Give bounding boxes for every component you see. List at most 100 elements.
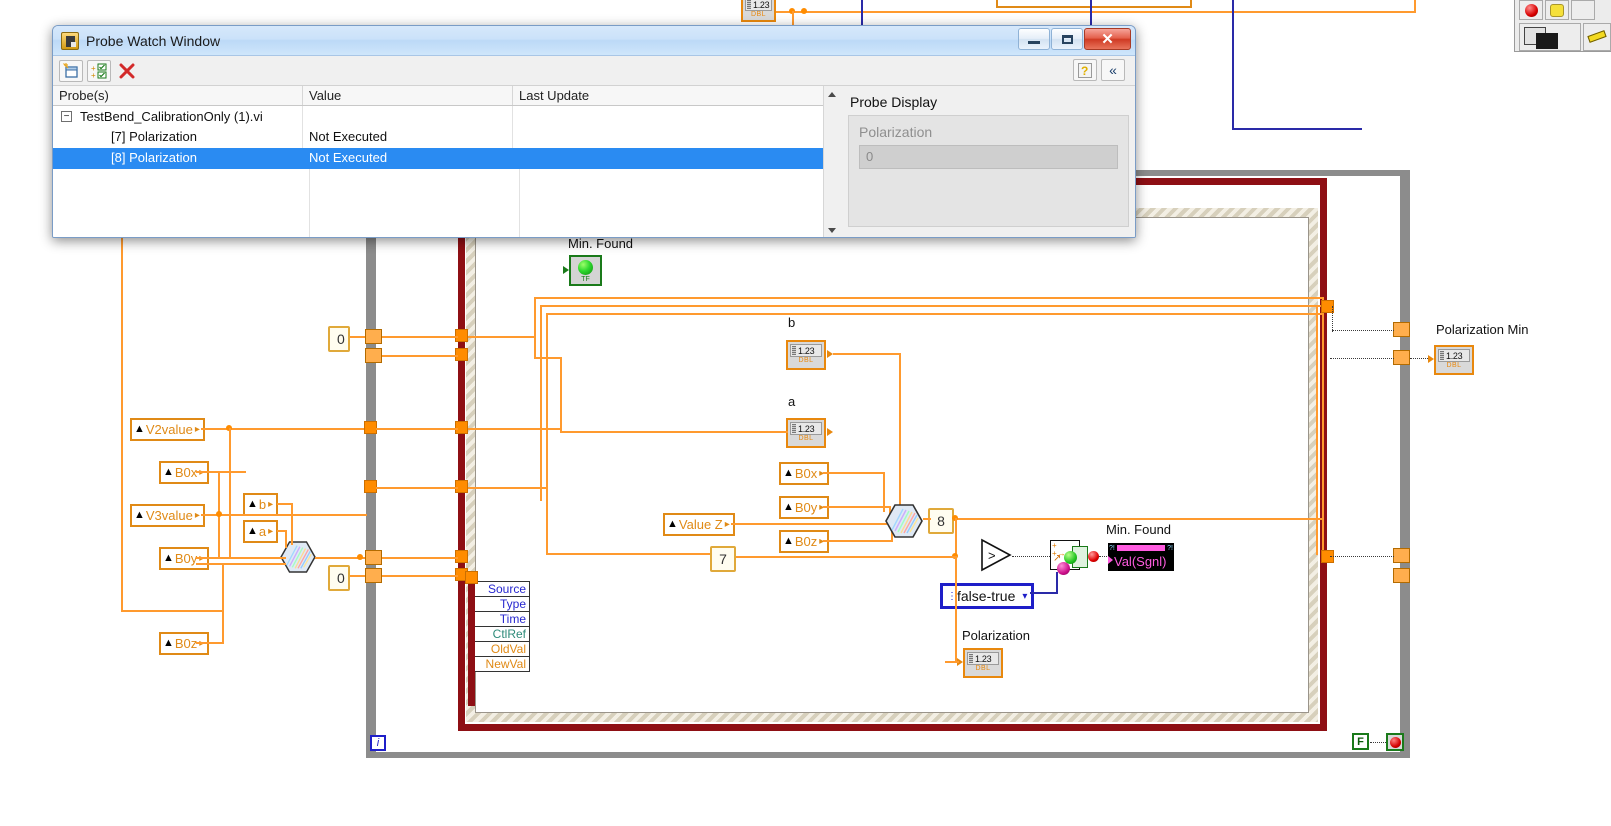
val-sgnl-indicator[interactable]: ?! ?! Val(Sgnl) [1108, 543, 1174, 571]
greater-than-node[interactable]: > [980, 538, 1012, 572]
terminal-value-z[interactable]: ▲ Value Z ▸ [663, 513, 735, 536]
delete-probe-button[interactable] [115, 60, 139, 82]
terminal-b-small-label: b [258, 497, 267, 512]
probe-table-header: Probe(s) Value Last Update [53, 86, 823, 106]
terminal-a-small[interactable]: ▲ a ▸ [243, 520, 279, 543]
collapse-panel-button[interactable]: « [1101, 59, 1125, 81]
table-row[interactable]: [8] Polarization Not Executed [53, 148, 823, 169]
control-icon: ▲ [783, 467, 794, 479]
table-row[interactable]: − TestBend_CalibrationOnly (1).vi [53, 106, 823, 127]
last-update-cell [513, 106, 823, 127]
column-header-probes[interactable]: Probe(s) [53, 86, 303, 105]
table-row[interactable]: [7] Polarization Not Executed [53, 127, 823, 148]
terminal-b0x-left-label: B0x [174, 465, 198, 480]
shift-register-right-2[interactable] [1393, 350, 1410, 365]
probe-table-rows[interactable]: − TestBend_CalibrationOnly (1).vi [7] Po… [53, 106, 823, 237]
stop-tool-button[interactable] [1519, 0, 1543, 20]
scroll-up-button[interactable] [824, 86, 840, 103]
terminal-v3value[interactable]: ▲ V3value ▸ [130, 504, 205, 527]
add-probe-button[interactable]: + + [87, 59, 111, 82]
retain-wire-values-button[interactable] [1571, 0, 1595, 20]
wire-blue [861, 0, 863, 25]
wire [121, 610, 223, 612]
vertical-scrollbar[interactable] [823, 86, 840, 237]
control-icon: ▲ [163, 637, 174, 649]
a-indicator[interactable]: 1.23 DBL [786, 418, 826, 448]
help-icon: ? [1078, 62, 1092, 78]
val-sgnl-left-marker: ?! [1109, 544, 1115, 552]
probe-cell[interactable]: − TestBend_CalibrationOnly (1).vi [53, 106, 303, 127]
wire [196, 642, 224, 644]
scroll-down-button[interactable] [824, 222, 840, 237]
constant-seven[interactable]: 7 [710, 546, 736, 572]
b-indicator[interactable]: 1.23 DBL [786, 340, 826, 370]
shift-register-right-3[interactable] [1393, 548, 1410, 563]
probe-toolbar[interactable]: + + ? « [53, 56, 1135, 86]
constant-eight[interactable]: 8 [928, 508, 954, 534]
clean-up-diagram-button[interactable] [1519, 23, 1581, 51]
terminal-b0z-mid[interactable]: ▲ B0z ▸ [779, 530, 830, 553]
highlight-execution-button[interactable] [1545, 0, 1569, 20]
probe-display-content: Polarization 0 [848, 115, 1129, 227]
expander-collapse-icon[interactable]: − [61, 111, 72, 122]
new-probe-icon [63, 62, 78, 78]
probe-display-label: Polarization [859, 124, 933, 140]
terminal-v2value[interactable]: ▲ V2value ▸ [130, 418, 205, 441]
shift-register-right-4[interactable] [1393, 568, 1410, 583]
shift-register-left-top[interactable] [365, 329, 382, 344]
shift-register-left-4[interactable] [365, 568, 382, 583]
help-button[interactable]: ? [1073, 59, 1097, 81]
shift-register-left-3[interactable] [365, 550, 382, 565]
wire [736, 556, 956, 558]
iteration-terminal[interactable]: i [370, 735, 386, 751]
wire [546, 553, 716, 555]
wire [196, 471, 246, 473]
b-indicator-value: 1.23 [790, 344, 822, 357]
terminal-b0x-mid[interactable]: ▲ B0x ▸ [779, 462, 830, 485]
terminal-b-small[interactable]: ▲ b ▸ [243, 493, 279, 516]
top-dbl-indicator[interactable]: 1.23 DBL [741, 0, 776, 22]
terminal-arrow-icon: ▸ [724, 518, 730, 530]
close-button[interactable]: ✕ [1084, 28, 1131, 50]
polarization-min-tag: DBL [1446, 362, 1462, 369]
wire [1322, 297, 1324, 557]
terminal-v3value-label: V3value [145, 508, 193, 523]
event-label-type: Type [475, 597, 529, 612]
shift-register-left-mid[interactable] [365, 348, 382, 363]
min-found-led[interactable]: TF [569, 255, 602, 286]
polarization-indicator[interactable]: 1.23 DBL [963, 648, 1003, 678]
false-constant[interactable]: F [1352, 733, 1369, 750]
wire [534, 297, 536, 357]
probe-display-title: Probe Display [850, 94, 938, 110]
pencil-tool-button[interactable] [1583, 23, 1611, 51]
polarization-indicator-label: Polarization [962, 628, 1030, 643]
signal-property-node[interactable]: + +→+ ↗ [1050, 540, 1088, 576]
wire [468, 487, 548, 489]
probe-toolbar-right[interactable]: ? « [1073, 59, 1129, 81]
enum-ring-value: false-true [957, 588, 1016, 604]
error-node-dot [1088, 551, 1099, 562]
window-titlebar[interactable]: Probe Watch Window ✕ [53, 26, 1135, 56]
bundle-cluster-node[interactable] [885, 504, 923, 543]
probe-table-panel[interactable]: Probe(s) Value Last Update − TestBend_Ca… [53, 86, 823, 237]
tunnel-event-left[interactable] [465, 571, 478, 584]
terminal-arrow-icon: ▸ [194, 509, 200, 521]
column-header-last-update[interactable]: Last Update [513, 86, 823, 105]
maximize-button[interactable] [1051, 28, 1083, 50]
wire-blue [1232, 128, 1362, 130]
loop-left-wall [366, 176, 376, 758]
polarization-min-indicator[interactable]: 1.23 DBL [1434, 345, 1474, 375]
shift-register-right-top[interactable] [1393, 322, 1410, 337]
tools-palette[interactable] [1514, 0, 1611, 52]
loop-stop-terminal[interactable] [1386, 733, 1404, 751]
constant-zero-bottom[interactable]: 0 [328, 565, 350, 591]
window-controls[interactable]: ✕ [1017, 28, 1131, 50]
probe-watch-window[interactable]: Probe Watch Window ✕ + + ? « Probe(s) Va… [52, 25, 1136, 238]
collapse-icon: « [1109, 62, 1117, 78]
minimize-button[interactable] [1018, 28, 1050, 50]
wire-dashed [1370, 742, 1386, 743]
constant-zero-top[interactable]: 0 [328, 326, 350, 352]
new-probe-button[interactable] [59, 59, 83, 82]
column-header-value[interactable]: Value [303, 86, 513, 105]
terminal-b0y-mid[interactable]: ▲ B0y ▸ [779, 496, 830, 519]
